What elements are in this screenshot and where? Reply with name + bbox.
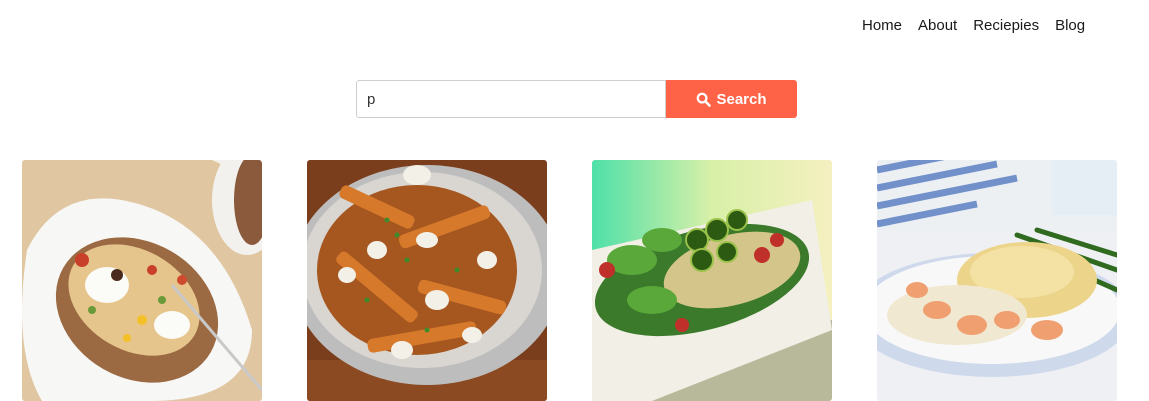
loaded-baked-potato-photo bbox=[22, 160, 262, 401]
recipe-card[interactable] bbox=[307, 160, 547, 401]
nav-blog-link[interactable]: Blog bbox=[1055, 17, 1085, 34]
recipe-card[interactable] bbox=[592, 160, 832, 401]
search-bar: Search bbox=[356, 80, 797, 118]
nav-about-link[interactable]: About bbox=[918, 17, 957, 34]
top-nav: Home About Reciepies Blog bbox=[862, 17, 1085, 34]
nav-home-link[interactable]: Home bbox=[862, 17, 902, 34]
poutine-fries-photo bbox=[307, 160, 547, 401]
recipe-card[interactable] bbox=[22, 160, 262, 401]
recipe-card[interactable] bbox=[877, 160, 1117, 401]
jalapeno-salad-plate-photo bbox=[592, 160, 832, 401]
search-icon bbox=[697, 92, 712, 107]
search-input[interactable] bbox=[356, 80, 666, 118]
nav-recipes-link[interactable]: Reciepies bbox=[973, 17, 1039, 34]
recipe-results bbox=[22, 160, 1117, 401]
search-button[interactable]: Search bbox=[666, 80, 797, 118]
search-button-label: Search bbox=[716, 90, 767, 108]
shrimp-fish-pie-photo bbox=[877, 160, 1117, 401]
